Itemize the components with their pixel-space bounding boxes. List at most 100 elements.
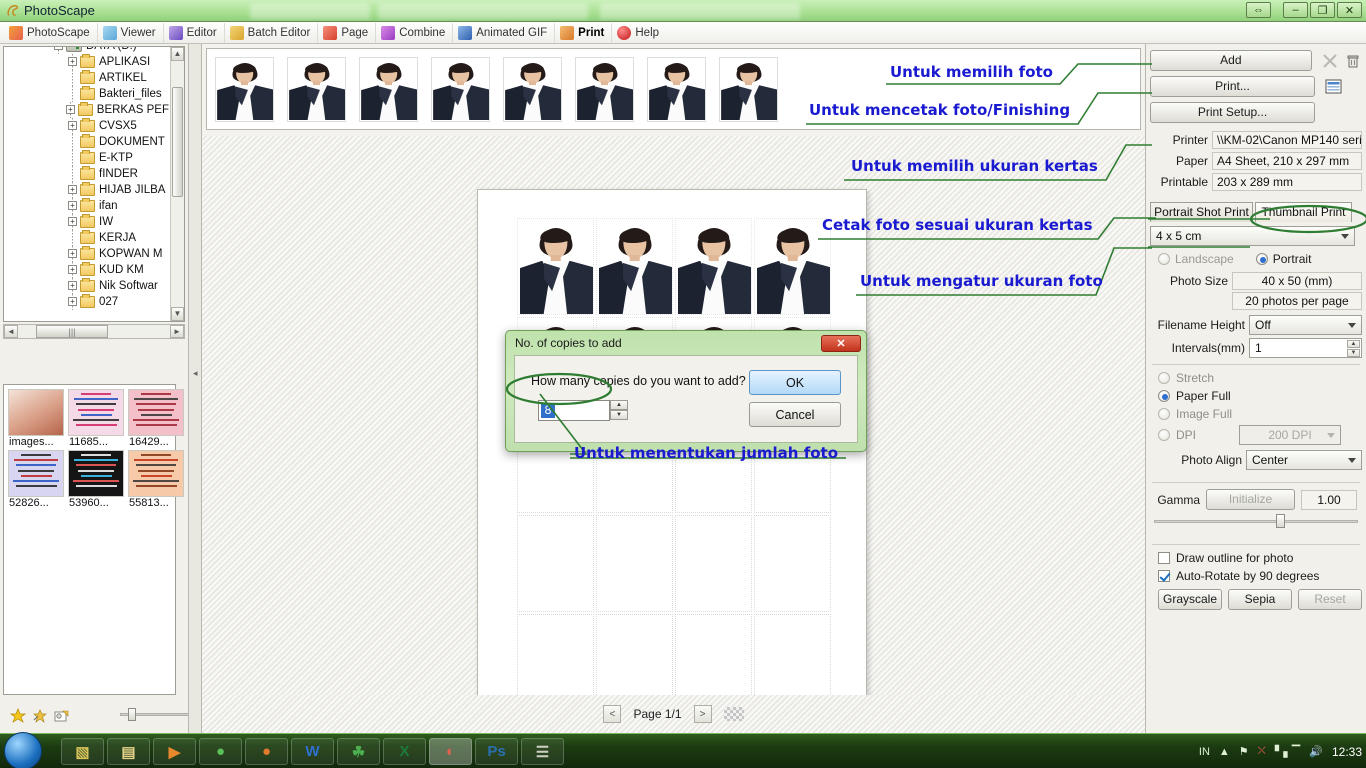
- gamma-slider[interactable]: [1154, 514, 1358, 528]
- tab-page[interactable]: Page: [318, 22, 377, 43]
- list-item[interactable]: 55813...: [128, 450, 184, 509]
- photo-grid-cell[interactable]: [517, 218, 594, 315]
- filmstrip-photo[interactable]: [575, 56, 634, 122]
- network-error-icon[interactable]: ⛌: [1258, 745, 1266, 758]
- expander-box[interactable]: +: [68, 57, 77, 66]
- print-setup-button[interactable]: Print Setup...: [1150, 102, 1315, 123]
- file-thumbnail[interactable]: [8, 389, 64, 436]
- file-thumbnail[interactable]: [68, 389, 124, 436]
- intervals-stepper[interactable]: 1 ▲ ▼: [1249, 338, 1362, 358]
- taskbar-item-notepad[interactable]: ☰: [521, 738, 564, 765]
- tree-expander[interactable]: [66, 134, 80, 150]
- taskbar-item-clover[interactable]: ☘: [337, 738, 380, 765]
- filename-height-combo[interactable]: Off: [1249, 315, 1362, 335]
- tree-node[interactable]: +027: [4, 294, 169, 310]
- filmstrip-photo[interactable]: [431, 56, 490, 122]
- clear-all-icon[interactable]: [1321, 52, 1339, 70]
- prev-page-button[interactable]: <: [603, 705, 622, 723]
- start-orb[interactable]: [4, 732, 42, 768]
- photo-grid-cell[interactable]: [754, 515, 831, 612]
- expander-box[interactable]: +: [68, 249, 77, 258]
- taskbar-item-photoscape[interactable]: ◐: [429, 738, 472, 765]
- volume-icon[interactable]: 🔊: [1309, 745, 1323, 758]
- sepia-button[interactable]: Sepia: [1228, 589, 1292, 610]
- favorite-star-icon[interactable]: [9, 708, 27, 727]
- filmstrip-photo[interactable]: [503, 56, 562, 122]
- next-page-button[interactable]: >: [693, 705, 712, 723]
- rename-icon[interactable]: [32, 708, 48, 727]
- slider-knob[interactable]: [128, 708, 136, 721]
- print-page[interactable]: [477, 189, 867, 744]
- dialog-cancel-button[interactable]: Cancel: [749, 402, 841, 427]
- photo-grid-cell[interactable]: [596, 218, 673, 315]
- filmstrip-photo[interactable]: [215, 56, 274, 122]
- taskbar-item-chrome[interactable]: ●: [199, 738, 242, 765]
- scroll-thumb-h[interactable]: |||: [36, 325, 108, 338]
- dialog-ok-button[interactable]: OK: [749, 370, 841, 395]
- tree-node[interactable]: + CVSX5: [4, 118, 169, 134]
- reset-button[interactable]: Reset: [1298, 589, 1362, 610]
- tree-expander[interactable]: +: [64, 102, 78, 118]
- signal-bars-icon[interactable]: ▘▖▔: [1275, 745, 1300, 758]
- scroll-up-arrow[interactable]: ▲: [171, 47, 184, 61]
- tab-photoscape[interactable]: PhotoScape: [4, 22, 98, 43]
- radio-dpi[interactable]: [1158, 429, 1170, 441]
- radio-image-full[interactable]: [1158, 408, 1170, 420]
- taskbar-item-folders[interactable]: ▧: [61, 738, 104, 765]
- language-indicator[interactable]: IN: [1199, 746, 1210, 758]
- file-thumbnail[interactable]: [8, 450, 64, 497]
- tree-vertical-scrollbar[interactable]: ▲ ▼: [170, 47, 184, 321]
- folder-tree[interactable]: - DATA (D:) + APLIKASI ARTIKEL Bakteri_files +…: [3, 46, 185, 322]
- tree-expander[interactable]: +: [66, 214, 80, 230]
- radio-paper-full[interactable]: [1158, 390, 1170, 402]
- expander-box[interactable]: +: [68, 185, 77, 194]
- tree-node[interactable]: + IW: [4, 214, 169, 230]
- draw-outline-checkbox[interactable]: [1158, 552, 1170, 564]
- expander-box[interactable]: +: [65, 105, 75, 114]
- radio-landscape[interactable]: [1158, 253, 1170, 265]
- tree-expander[interactable]: +: [66, 54, 80, 70]
- left-splitter[interactable]: ◂: [189, 44, 202, 733]
- print-button[interactable]: Print...: [1150, 76, 1315, 97]
- tree-expander[interactable]: +: [66, 182, 80, 198]
- tab-batch-editor[interactable]: Batch Editor: [225, 22, 319, 43]
- tree-expander[interactable]: +: [66, 262, 80, 278]
- radio-portrait[interactable]: [1255, 253, 1268, 265]
- window-controls[interactable]: – ❐ ✕: [1283, 2, 1362, 18]
- tree-node[interactable]: fINDER: [4, 166, 169, 182]
- scroll-left-arrow[interactable]: ◄: [4, 325, 18, 338]
- tab-viewer[interactable]: Viewer: [98, 22, 164, 43]
- filmstrip-photo[interactable]: [719, 56, 778, 122]
- tab-print[interactable]: Print: [555, 22, 613, 43]
- radio-stretch[interactable]: [1158, 372, 1170, 384]
- list-item[interactable]: 16429...: [128, 389, 184, 448]
- filmstrip-photo[interactable]: [359, 56, 418, 122]
- filmstrip[interactable]: [206, 48, 1141, 130]
- window-restore-group[interactable]: ⇔: [1246, 2, 1271, 18]
- tree-expander[interactable]: +: [66, 294, 80, 310]
- tree-node[interactable]: + KUD KM: [4, 262, 169, 278]
- filmstrip-photo[interactable]: [647, 56, 706, 122]
- tree-expander[interactable]: +: [66, 118, 80, 134]
- taskbar-item-firefox[interactable]: ●: [245, 738, 288, 765]
- tab-animated-gif[interactable]: Animated GIF: [453, 22, 556, 43]
- file-thumbnail[interactable]: [128, 389, 184, 436]
- stepper-down-icon[interactable]: ▼: [610, 410, 628, 420]
- tab-thumbnail-print[interactable]: Thumbnail Print: [1255, 202, 1352, 222]
- stepper-up-icon[interactable]: ▲: [610, 400, 628, 410]
- photo-grid-cell[interactable]: [754, 218, 831, 315]
- grayscale-button[interactable]: Grayscale: [1158, 589, 1222, 610]
- tree-expander[interactable]: -: [52, 47, 66, 54]
- tab-editor[interactable]: Editor: [164, 22, 225, 43]
- tree-node[interactable]: Bakteri_files: [4, 86, 169, 102]
- expander-box[interactable]: +: [68, 121, 77, 130]
- gamma-initialize-button[interactable]: Initialize: [1206, 489, 1295, 510]
- minimize-button[interactable]: –: [1283, 2, 1308, 18]
- taskbar-item-media-player[interactable]: ▶: [153, 738, 196, 765]
- list-view-icon[interactable]: [1324, 78, 1342, 96]
- tree-node[interactable]: + HIJAB JILBA: [4, 182, 169, 198]
- dpi-combo[interactable]: 200 DPI: [1239, 425, 1342, 445]
- taskbar-clock[interactable]: 12:33: [1332, 745, 1362, 759]
- tree-expander[interactable]: [66, 230, 80, 246]
- tree-node[interactable]: + BERKAS PEF: [4, 102, 169, 118]
